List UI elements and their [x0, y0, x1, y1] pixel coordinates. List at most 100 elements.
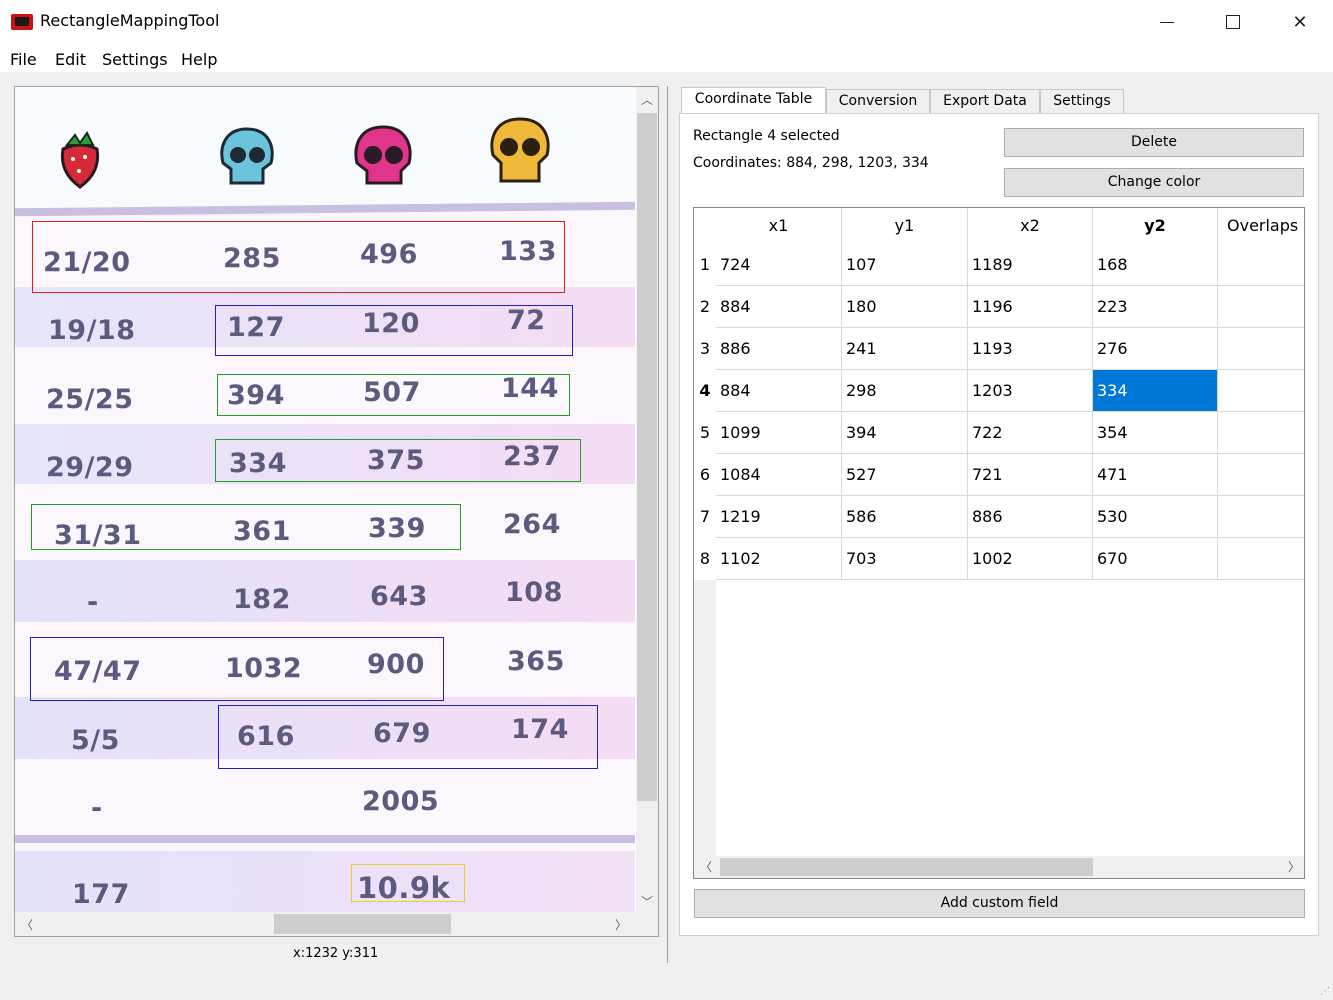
column-header-y2[interactable]: y2 — [1093, 208, 1218, 244]
scroll-thumb[interactable] — [637, 113, 657, 801]
maximize-button[interactable] — [1200, 0, 1266, 44]
mapped-rectangle[interactable] — [351, 864, 465, 902]
table-cell[interactable] — [1218, 328, 1304, 370]
table-cell[interactable]: 884 — [716, 286, 842, 328]
table-cell[interactable]: 1203 — [968, 370, 1093, 412]
menu-help[interactable]: Help — [181, 50, 217, 69]
mapped-rectangle[interactable] — [30, 637, 444, 701]
tab-coordinate-table[interactable]: Coordinate Table — [681, 87, 826, 114]
table-cell[interactable]: 884 — [716, 370, 842, 412]
tab-settings[interactable]: Settings — [1040, 89, 1124, 113]
mapped-rectangle[interactable] — [31, 504, 461, 550]
resize-grip-icon[interactable]: ⋰ — [1320, 986, 1330, 997]
table-cell[interactable]: 1084 — [716, 454, 842, 496]
scroll-left-icon[interactable]: 〈 — [21, 916, 33, 933]
table-cell[interactable]: 1189 — [968, 244, 1093, 286]
table-cell[interactable]: 886 — [968, 496, 1093, 538]
menu-file[interactable]: File — [10, 50, 37, 69]
scroll-right-icon[interactable]: 〉 — [1288, 858, 1300, 875]
coordinate-table[interactable]: x1 y1 x2 y2 Overlaps w 17241071189168288… — [693, 207, 1305, 879]
table-cell[interactable]: 471 — [1093, 454, 1218, 496]
row-header[interactable]: 5 — [694, 412, 716, 454]
table-cell[interactable]: 354 — [1093, 412, 1218, 454]
table-cell[interactable]: 334 — [1093, 370, 1218, 412]
table-cell[interactable]: 670 — [1093, 538, 1218, 580]
image-cell: 264 — [503, 509, 561, 540]
column-header-x1[interactable]: x1 — [716, 208, 842, 244]
table-cell[interactable]: 886 — [716, 328, 842, 370]
mapped-rectangle[interactable] — [215, 439, 581, 482]
maximize-icon — [1226, 15, 1240, 29]
table-cell[interactable]: 530 — [1093, 496, 1218, 538]
table-cell[interactable] — [1218, 370, 1304, 412]
table-cell[interactable]: 722 — [968, 412, 1093, 454]
change-color-button[interactable]: Change color — [1004, 168, 1304, 197]
minimize-button[interactable] — [1134, 0, 1200, 44]
delete-button[interactable]: Delete — [1004, 128, 1304, 157]
table-cell[interactable]: 180 — [842, 286, 968, 328]
table-cell[interactable]: 168 — [1093, 244, 1218, 286]
mapped-rectangle[interactable] — [218, 705, 598, 769]
table-cell[interactable]: 241 — [842, 328, 968, 370]
table-cell[interactable]: 1193 — [968, 328, 1093, 370]
table-cell[interactable]: 223 — [1093, 286, 1218, 328]
table-cell[interactable]: 1219 — [716, 496, 842, 538]
scroll-left-icon[interactable]: 〈 — [700, 858, 712, 875]
table-cell[interactable] — [1218, 454, 1304, 496]
panel-splitter[interactable] — [667, 86, 668, 963]
scroll-thumb[interactable] — [274, 914, 451, 934]
row-header[interactable]: 7 — [694, 496, 716, 538]
row-header[interactable]: 6 — [694, 454, 716, 496]
column-header-x2[interactable]: x2 — [968, 208, 1093, 244]
row-header[interactable]: 3 — [694, 328, 716, 370]
tab-export-data[interactable]: Export Data — [930, 89, 1040, 113]
scroll-right-icon[interactable]: 〉 — [615, 916, 627, 933]
add-custom-field-button[interactable]: Add custom field — [694, 889, 1305, 918]
image-cell: 108 — [505, 577, 563, 608]
table-cell[interactable]: 276 — [1093, 328, 1218, 370]
table-cell[interactable]: 721 — [968, 454, 1093, 496]
row-header[interactable]: 8 — [694, 538, 716, 580]
scroll-up-icon[interactable]: ︿ — [641, 91, 653, 108]
table-cell[interactable]: 298 — [842, 370, 968, 412]
mapped-rectangle[interactable] — [217, 374, 570, 416]
table-cell[interactable] — [1218, 412, 1304, 454]
image-cell: 177 — [72, 879, 130, 910]
image-view[interactable]: 21/20 285 496 133 19/18 127 120 72 25/25… — [15, 87, 635, 912]
mapped-rectangle[interactable] — [215, 305, 573, 356]
image-horizontal-scrollbar[interactable]: 〈 〉 — [15, 912, 658, 936]
table-cell[interactable] — [1218, 538, 1304, 580]
table-horizontal-scrollbar[interactable]: 〈 〉 — [700, 856, 1304, 878]
column-header-y1[interactable]: y1 — [842, 208, 968, 244]
table-cell[interactable]: 1099 — [716, 412, 842, 454]
close-button[interactable]: ✕ — [1267, 0, 1333, 44]
tab-conversion[interactable]: Conversion — [826, 89, 930, 113]
selection-info: Rectangle 4 selected — [693, 128, 840, 144]
image-canvas-panel[interactable]: 21/20 285 496 133 19/18 127 120 72 25/25… — [14, 86, 659, 937]
table-cell[interactable]: 1102 — [716, 538, 842, 580]
table-cell[interactable] — [1218, 286, 1304, 328]
table-cell[interactable]: 724 — [716, 244, 842, 286]
table-cell[interactable]: 703 — [842, 538, 968, 580]
table-cell[interactable]: 527 — [842, 454, 968, 496]
table-cell[interactable] — [1218, 496, 1304, 538]
menu-edit[interactable]: Edit — [55, 50, 86, 69]
title-bar: RectangleMappingTool ✕ — [0, 0, 1333, 44]
mapped-rectangle[interactable] — [32, 221, 565, 293]
table-cell[interactable]: 394 — [842, 412, 968, 454]
table-corner[interactable] — [694, 208, 716, 244]
menu-settings[interactable]: Settings — [102, 50, 168, 69]
scroll-down-icon[interactable]: ﹀ — [641, 893, 653, 910]
row-header[interactable]: 2 — [694, 286, 716, 328]
image-cell: 29/29 — [46, 452, 134, 483]
table-cell[interactable] — [1218, 244, 1304, 286]
scroll-thumb[interactable] — [720, 858, 1093, 876]
column-header-overlaps[interactable]: Overlaps w — [1218, 208, 1304, 244]
image-vertical-scrollbar[interactable]: ︿ ﹀ — [636, 87, 658, 912]
table-cell[interactable]: 1002 — [968, 538, 1093, 580]
table-cell[interactable]: 586 — [842, 496, 968, 538]
table-cell[interactable]: 107 — [842, 244, 968, 286]
row-header[interactable]: 4 — [694, 370, 716, 412]
row-header[interactable]: 1 — [694, 244, 716, 286]
table-cell[interactable]: 1196 — [968, 286, 1093, 328]
